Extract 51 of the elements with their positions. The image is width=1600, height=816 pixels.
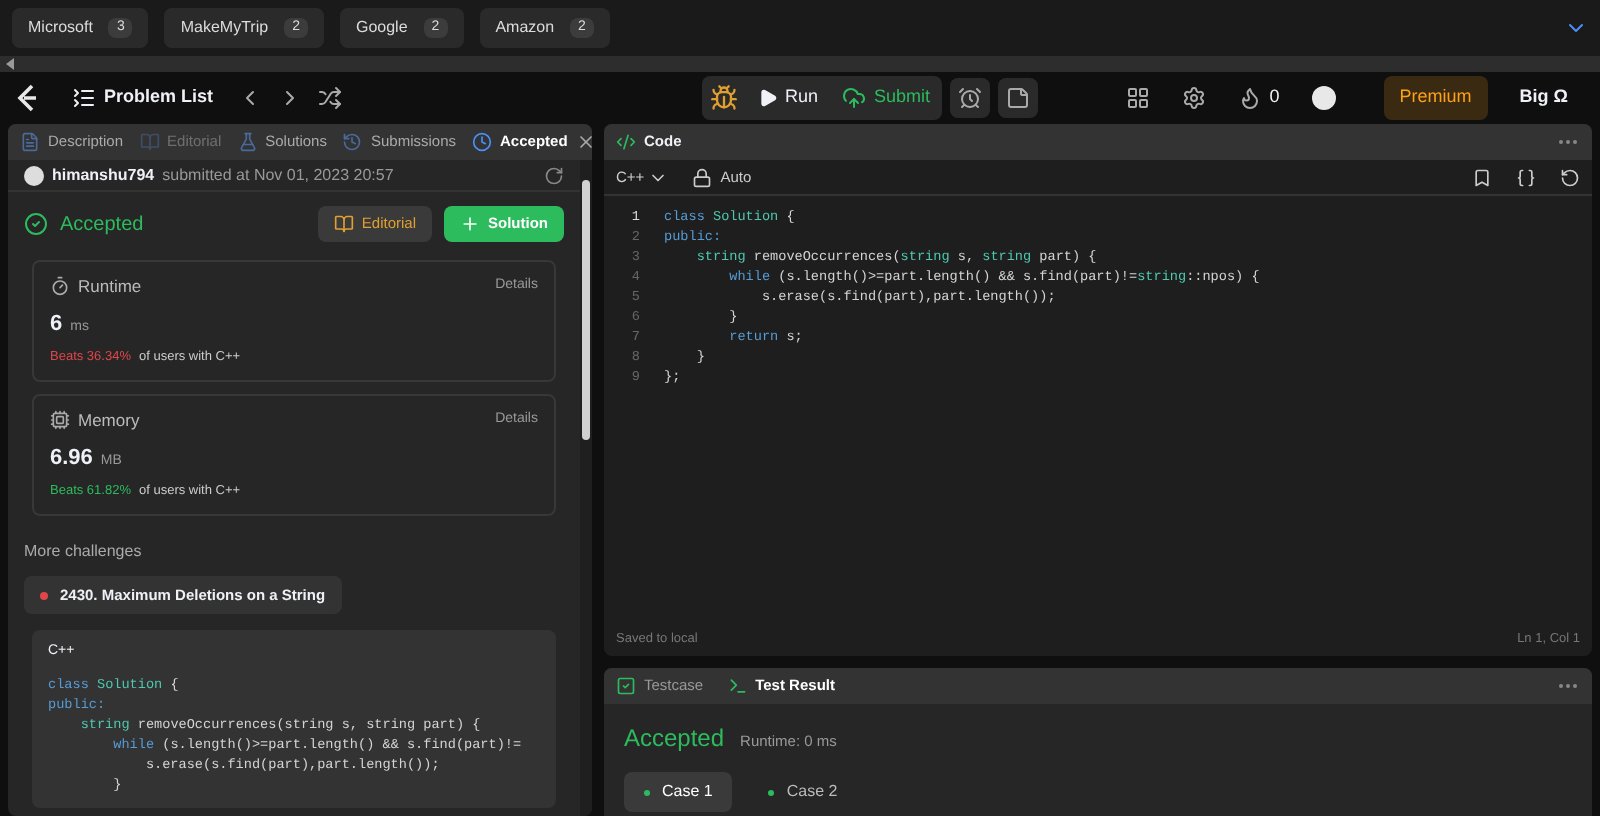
note-icon	[1006, 86, 1031, 110]
timer-button[interactable]	[950, 78, 991, 118]
refresh-icon[interactable]	[544, 165, 564, 185]
tab-icon	[342, 132, 363, 152]
username[interactable]: himanshu794	[52, 163, 155, 187]
user-avatar	[24, 165, 44, 185]
cloud-upload-icon	[842, 86, 867, 110]
braces-icon[interactable]	[1516, 167, 1536, 187]
notes-button[interactable]	[998, 78, 1039, 118]
stat-icon	[50, 276, 70, 297]
tab-icon	[20, 132, 40, 152]
brand-name: Big Ω	[1519, 84, 1568, 111]
premium-button[interactable]: Premium	[1383, 76, 1488, 120]
book-icon	[333, 214, 354, 234]
reset-icon[interactable]	[1560, 167, 1580, 187]
tab-icon	[727, 676, 748, 696]
status-text: Accepted	[60, 211, 144, 239]
stat-title: Runtime	[78, 274, 142, 300]
case-tab[interactable]: Case 2	[748, 772, 858, 812]
close-icon[interactable]	[575, 132, 592, 152]
run-button[interactable]: Run	[745, 76, 831, 120]
stat-title: Memory	[78, 408, 140, 434]
stat-icon	[50, 410, 70, 431]
settings-icon[interactable]	[1181, 86, 1206, 110]
tab-icon	[616, 676, 636, 696]
alarm-clock-icon	[958, 86, 983, 110]
result-status: Accepted	[624, 722, 725, 756]
section-title: More challenges	[24, 540, 144, 564]
plus-icon	[460, 214, 480, 234]
case-tab[interactable]: Case 1	[624, 772, 733, 812]
stat-value: 6.96	[50, 443, 93, 474]
bookmark-icon[interactable]	[1472, 167, 1492, 187]
streak-count: 0	[1269, 84, 1280, 111]
list-icon	[72, 86, 96, 110]
check-circle-icon	[24, 212, 48, 236]
shuffle-icon[interactable]	[317, 86, 342, 110]
avatar[interactable]	[1311, 86, 1336, 110]
tab-icon	[237, 132, 258, 152]
layout-icon[interactable]	[1125, 86, 1150, 110]
code-icon	[616, 132, 636, 152]
bug-icon[interactable]	[709, 84, 738, 112]
play-icon	[757, 88, 778, 108]
tab-icon	[472, 132, 493, 152]
problem-list-button[interactable]: Problem List	[72, 84, 214, 112]
submission-time: submitted at Nov 01, 2023 20:57	[162, 163, 394, 187]
tab-icon	[139, 132, 160, 152]
stat-value: 6	[50, 309, 63, 340]
logo-icon[interactable]	[16, 84, 40, 112]
lock-icon	[692, 167, 713, 187]
submit-button[interactable]: Submit	[830, 76, 943, 120]
flame-icon[interactable]	[1237, 86, 1262, 110]
